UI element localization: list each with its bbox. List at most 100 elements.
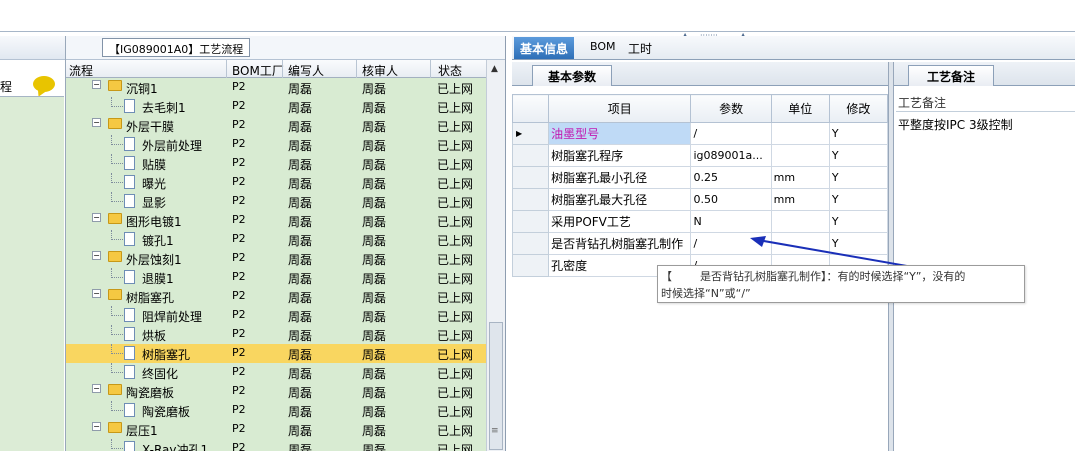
tree-connector [111, 439, 123, 449]
process-row[interactable]: 退膜1 P2 周磊 周磊 已上网 [66, 268, 486, 287]
process-row[interactable]: X-Ray冲孔1 P2 周磊 周磊 已上网 [66, 439, 486, 451]
param-unit: mm [770, 166, 830, 189]
collapse-icon[interactable]: − [92, 118, 101, 127]
param-value[interactable]: 0.25 [690, 166, 772, 189]
process-writer: 周磊 [288, 158, 313, 172]
document-icon [124, 403, 135, 417]
process-row[interactable]: 烘板 P2 周磊 周磊 已上网 [66, 325, 486, 344]
params-subtabs: 基本参数 [512, 62, 892, 86]
process-row[interactable]: 去毛刺1 P2 周磊 周磊 已上网 [66, 97, 486, 116]
folder-icon [108, 213, 122, 224]
collapse-icon[interactable]: − [92, 213, 101, 222]
collapse-icon[interactable]: − [92, 251, 101, 260]
remark-text[interactable]: 平整度按IPC 3级控制 [896, 116, 1075, 133]
process-row[interactable]: 曝光 P2 周磊 周磊 已上网 [66, 173, 486, 192]
process-name: 显影 [142, 196, 167, 210]
col-header-flow[interactable]: 流程 [69, 62, 93, 79]
tab-bom[interactable]: BOM [590, 40, 616, 53]
col-header-status[interactable]: 状态 [438, 62, 462, 79]
param-value[interactable]: ig089001a... [690, 144, 772, 167]
process-row[interactable]: 显影 P2 周磊 周磊 已上网 [66, 192, 486, 211]
process-reviewer: 周磊 [362, 272, 387, 286]
scroll-up-icon[interactable]: ▲ [491, 64, 498, 74]
process-status: 已上网 [437, 424, 474, 438]
process-row[interactable]: − 外层干膜 P2 周磊 周磊 已上网 [66, 116, 486, 135]
collapse-icon[interactable]: − [92, 384, 101, 393]
process-row[interactable]: − 图形电镀1 P2 周磊 周磊 已上网 [66, 211, 486, 230]
process-name: 陶瓷磨板 [142, 405, 191, 419]
tree-connector [111, 230, 123, 240]
document-icon [124, 308, 135, 322]
process-status: 已上网 [437, 253, 474, 267]
param-unit: mm [770, 188, 830, 211]
process-reviewer: 周磊 [362, 234, 387, 248]
process-name: 镀孔1 [142, 234, 174, 248]
process-row[interactable]: − 树脂塞孔 P2 周磊 周磊 已上网 [66, 287, 486, 306]
row-header[interactable] [511, 144, 550, 167]
row-header[interactable] [511, 210, 550, 233]
process-status: 已上网 [437, 196, 474, 210]
row-header[interactable] [511, 188, 550, 211]
left-panel-body [0, 96, 64, 451]
param-row[interactable]: 树脂塞孔程序 ig089001a... Y [511, 144, 889, 167]
process-name: 去毛刺1 [142, 101, 186, 115]
param-value[interactable]: / [690, 122, 772, 145]
folder-icon [108, 289, 122, 300]
process-reviewer: 周磊 [362, 443, 387, 451]
row-header[interactable] [511, 166, 550, 189]
param-modify: Y [828, 144, 889, 167]
process-plant: P2 [232, 289, 246, 302]
param-value[interactable]: 0.50 [690, 188, 772, 211]
param-value[interactable]: N [690, 210, 772, 233]
col-header-unit[interactable]: 单位 [770, 94, 830, 123]
process-scrollbar[interactable]: ▲ ≡ [486, 60, 505, 451]
process-plant: P2 [232, 80, 246, 93]
param-row[interactable]: ▶ 油墨型号 / Y [511, 122, 889, 145]
col-header-bom-plant[interactable]: BOM工厂 [232, 62, 284, 79]
collapse-icon[interactable]: − [92, 80, 101, 89]
col-header-writer[interactable]: 编写人 [288, 62, 324, 79]
param-row[interactable]: 树脂塞孔最大孔径 0.50 mm Y [511, 188, 889, 211]
process-name: 外层蚀刻1 [126, 253, 182, 267]
current-row-indicator-icon[interactable]: ▶ [511, 122, 550, 145]
process-row[interactable]: − 外层蚀刻1 P2 周磊 周磊 已上网 [66, 249, 486, 268]
process-reviewer: 周磊 [362, 253, 387, 267]
process-row[interactable]: 终固化 P2 周磊 周磊 已上网 [66, 363, 486, 382]
process-status: 已上网 [437, 82, 474, 96]
process-row[interactable]: 陶瓷磨板 P2 周磊 周磊 已上网 [66, 401, 486, 420]
top-strip [0, 0, 1075, 32]
collapse-icon[interactable]: − [92, 289, 101, 298]
row-header[interactable] [511, 254, 550, 277]
process-row[interactable]: − 层压1 P2 周磊 周磊 已上网 [66, 420, 486, 439]
row-header[interactable] [511, 232, 550, 255]
process-name: 烘板 [142, 329, 167, 343]
param-row[interactable]: 采用POFV工艺 N Y [511, 210, 889, 233]
col-header-modify[interactable]: 修改 [828, 94, 889, 123]
col-header-value[interactable]: 参数 [690, 94, 772, 123]
param-item: 树脂塞孔程序 [548, 144, 692, 167]
process-name: 贴膜 [142, 158, 167, 172]
process-plant: P2 [232, 384, 246, 397]
process-row[interactable]: 外层前处理 P2 周磊 周磊 已上网 [66, 135, 486, 154]
process-row[interactable]: − 陶瓷磨板 P2 周磊 周磊 已上网 [66, 382, 486, 401]
param-row[interactable]: 树脂塞孔最小孔径 0.25 mm Y [511, 166, 889, 189]
process-status: 已上网 [437, 272, 474, 286]
process-title-tab[interactable]: 【IG089001A0】工艺流程 [102, 38, 251, 57]
collapse-icon[interactable]: − [92, 422, 101, 431]
process-row[interactable]: 阻焊前处理 P2 周磊 周磊 已上网 [66, 306, 486, 325]
process-name: 阻焊前处理 [142, 310, 203, 324]
col-header-item[interactable]: 项目 [548, 94, 692, 123]
tab-basic-info[interactable]: 基本信息 [514, 37, 575, 59]
process-row[interactable]: − 沉铜1 P2 周磊 周磊 已上网 [66, 78, 486, 97]
chat-bubble-icon[interactable] [33, 76, 55, 92]
process-row[interactable]: 镀孔1 P2 周磊 周磊 已上网 [66, 230, 486, 249]
process-reviewer: 周磊 [362, 101, 387, 115]
tab-basic-params[interactable]: 基本参数 [532, 65, 612, 86]
col-header-reviewer[interactable]: 核审人 [362, 62, 398, 79]
tab-process-remark[interactable]: 工艺备注 [908, 65, 994, 86]
process-panel-title: 【IG089001A0】工艺流程 [66, 36, 505, 60]
tab-hours[interactable]: 工时 [628, 40, 652, 57]
process-row[interactable]: 贴膜 P2 周磊 周磊 已上网 [66, 154, 486, 173]
process-row[interactable]: 树脂塞孔 P2 周磊 周磊 已上网 [66, 344, 486, 363]
process-reviewer: 周磊 [362, 424, 387, 438]
